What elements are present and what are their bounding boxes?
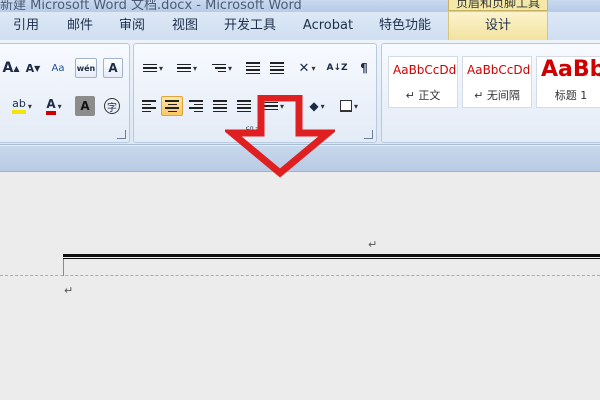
tab-review[interactable]: 审阅: [112, 12, 152, 40]
paragraph-dialog-launcher[interactable]: [364, 130, 373, 139]
chinese-layout-button[interactable]: ✕ ▾: [290, 58, 324, 78]
chinese-layout-icon: ✕: [298, 60, 310, 76]
style-normal-sample: AaBbCcDdE: [393, 63, 458, 77]
tab-special-features[interactable]: 特色功能: [372, 12, 438, 40]
header-border-thin: [63, 258, 600, 259]
decrease-indent-button[interactable]: [242, 58, 264, 78]
styles-group: AaBbCcDdE ↵ 正文 AaBbCcDdE ↵ 无间隔 AaBb 标题 1: [381, 43, 600, 143]
style-heading-1[interactable]: AaBb 标题 1: [536, 56, 600, 108]
character-border-button[interactable]: A: [103, 58, 123, 78]
tab-design[interactable]: 设计: [448, 12, 548, 40]
tab-references[interactable]: 引用: [6, 12, 46, 40]
bullets-button[interactable]: ▾: [138, 58, 168, 78]
tab-acrobat[interactable]: Acrobat: [298, 12, 358, 40]
multilevel-list-button[interactable]: ▾: [206, 58, 238, 78]
numbered-list-icon: [176, 63, 191, 73]
grow-font-button[interactable]: A ▲: [1, 58, 21, 78]
increase-indent-button[interactable]: [266, 58, 288, 78]
align-center-icon: [165, 100, 179, 112]
window-title: 新建 Microsoft Word 文档.docx - Microsoft Wo…: [0, 0, 302, 12]
style-heading-1-sample: AaBb: [541, 57, 600, 82]
text-highlight-button[interactable]: ab ▾: [5, 96, 39, 116]
align-right-button[interactable]: [185, 96, 207, 116]
center-button[interactable]: [161, 96, 183, 116]
style-normal-name: ↵ 正文: [405, 89, 441, 102]
style-heading-1-name: 标题 1: [554, 89, 588, 102]
margin-corner-mark: [63, 259, 64, 276]
align-left-icon: [142, 100, 156, 112]
header-border-thick: [63, 254, 600, 257]
show-marks-button[interactable]: ¶: [354, 58, 374, 78]
tab-developer[interactable]: 开发工具: [218, 12, 282, 40]
increase-indent-icon: [270, 62, 284, 74]
document-page: ↵ ↵: [0, 172, 600, 400]
down-arrow-icon: [225, 95, 335, 178]
style-no-spacing-name: ↵ 无间隔: [474, 89, 520, 102]
multilevel-list-icon: [211, 63, 226, 73]
font-color-button[interactable]: A ▾: [39, 96, 69, 116]
align-right-icon: [189, 100, 203, 112]
font-dialog-launcher[interactable]: [117, 130, 126, 139]
sort-button[interactable]: A↓Z: [326, 58, 348, 78]
enclose-characters-button[interactable]: 字: [101, 96, 123, 116]
tab-view[interactable]: 视图: [165, 12, 205, 40]
shrink-font-button[interactable]: A ▼: [23, 58, 43, 78]
style-no-spacing[interactable]: AaBbCcDdE ↵ 无间隔: [462, 56, 532, 108]
tab-mailings[interactable]: 邮件: [60, 12, 100, 40]
decrease-indent-icon: [246, 62, 260, 74]
down-arrow-shape: [225, 95, 335, 178]
style-normal[interactable]: AaBbCcDdE ↵ 正文: [388, 56, 458, 108]
paragraph-mark: ↵: [64, 284, 74, 297]
paragraph-mark: ↵: [368, 238, 378, 251]
borders-button[interactable]: ▾: [334, 96, 364, 116]
header-footer-tools-tab[interactable]: 页眉和页脚工具: [448, 0, 548, 11]
title-bar: 新建 Microsoft Word 文档.docx - Microsoft Wo…: [0, 0, 600, 12]
align-left-button[interactable]: [138, 96, 160, 116]
character-shading-button[interactable]: A: [75, 96, 95, 116]
border-icon: [339, 100, 352, 112]
change-case-button[interactable]: Aa: [47, 58, 69, 78]
bullet-list-icon: [142, 63, 157, 73]
font-group: A ▲ A ▼ Aa wén A ab ▾ A ▾ A 字: [0, 43, 130, 143]
ribbon-tabs: 引用 邮件 审阅 视图 开发工具 Acrobat 特色功能 设计: [0, 12, 600, 40]
header-boundary-line: [0, 275, 600, 276]
numbering-button[interactable]: ▾: [172, 58, 202, 78]
style-no-spacing-sample: AaBbCcDdE: [467, 63, 532, 77]
phonetic-guide-button[interactable]: wén: [75, 58, 97, 78]
